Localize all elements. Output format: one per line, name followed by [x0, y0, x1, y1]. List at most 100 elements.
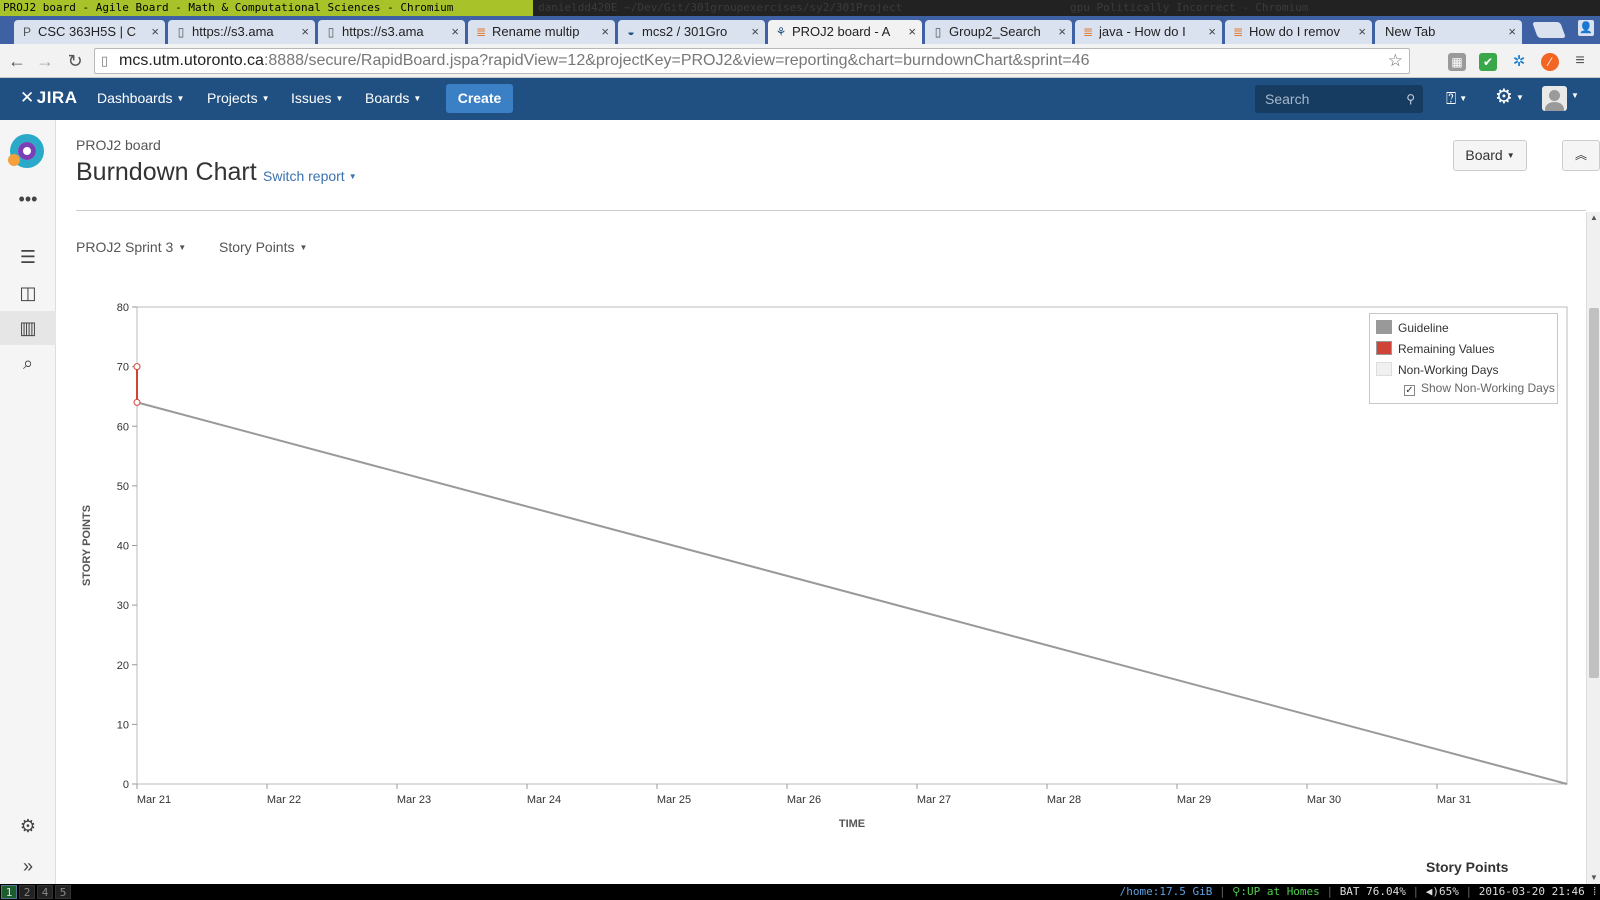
window-title: PROJ2 board - Agile Board - Math & Compu… [0, 0, 533, 16]
legend-item-guideline: Guideline [1376, 320, 1449, 336]
workspace-button[interactable]: 5 [55, 885, 71, 899]
tab-close-icon[interactable]: × [908, 20, 916, 44]
volume-icon: ◀) [1425, 885, 1440, 898]
scroll-up-arrow-icon[interactable]: ▲ [1587, 212, 1600, 224]
browser-tab[interactable]: P CSC 363H5S | C × [14, 20, 165, 44]
search-icon: ⚲ [1406, 92, 1415, 106]
project-settings-gear-icon[interactable]: ⚙ [0, 809, 56, 843]
wifi-icon: ⚲: [1232, 885, 1247, 898]
caret-down-icon: ▼ [348, 172, 357, 181]
bookmark-star-icon[interactable]: ☆ [1388, 49, 1403, 73]
nav-label: Dashboards [97, 90, 173, 106]
chart-legend: Guideline Remaining Values Non-Working D… [1369, 313, 1558, 404]
jira-header: ✕ JIRA Dashboards ▼ Projects ▼ Issues ▼ Boar… [0, 78, 1600, 120]
tab-favicon-icon: ≣ [475, 25, 487, 39]
help-icon[interactable]: ⍰ ▼ [1446, 88, 1467, 110]
tab-close-icon[interactable]: × [1508, 20, 1516, 44]
settings-gear-icon[interactable]: ⚙ ▼ [1495, 86, 1524, 109]
tab-label: CSC 363H5S | C [38, 24, 137, 39]
nav-issues[interactable]: Issues ▼ [291, 90, 343, 106]
extension-icon[interactable]: ▦ [1448, 53, 1466, 71]
search-input[interactable]: Search ⚲ [1255, 85, 1423, 113]
browser-tab[interactable]: ▯ Group2_Search × [925, 20, 1072, 44]
tab-favicon-icon: ▯ [327, 25, 335, 39]
more-icon[interactable]: ••• [0, 182, 56, 216]
jira-logo[interactable]: ✕ JIRA [20, 88, 77, 108]
tab-label: https://s3.ama [342, 24, 424, 39]
extension-network-icon[interactable]: ✲ [1510, 53, 1528, 71]
workspace-button[interactable]: 2 [19, 885, 35, 899]
board-button-label: Board [1465, 147, 1503, 163]
browser-tab-active[interactable]: ⚘ PROJ2 board - A × [768, 20, 922, 45]
scrollbar-thumb[interactable] [1589, 308, 1599, 678]
reload-icon[interactable]: ↻ [64, 50, 86, 72]
show-non-working-days-toggle[interactable]: ✓ Show Non-Working Days [1404, 381, 1555, 396]
new-tab-button[interactable] [1532, 22, 1566, 38]
reports-icon[interactable]: ▥ [0, 311, 56, 345]
browser-menu-icon[interactable]: ≡ [1572, 52, 1588, 70]
tab-close-icon[interactable]: × [1208, 20, 1216, 44]
extension-check-icon[interactable]: ✔ [1479, 53, 1497, 71]
estimation-selector[interactable]: Story Points ▼ [219, 239, 307, 255]
main-content: PROJ2 board Burndown Chart Switch report… [56, 120, 1600, 884]
address-bar[interactable]: ▯ mcs.utm.utoronto.ca:8888/secure/RapidB… [94, 48, 1410, 74]
expand-sidebar-icon[interactable]: » [0, 849, 56, 883]
back-arrow-icon[interactable]: ← [6, 50, 28, 72]
separator: | [1219, 885, 1226, 898]
browser-tab[interactable]: New Tab × [1375, 20, 1522, 44]
tab-label: java - How do I [1099, 24, 1186, 39]
forward-arrow-icon[interactable]: → [34, 50, 56, 72]
switch-report-label: Switch report [263, 168, 345, 184]
caret-down-icon: ▼ [261, 94, 270, 103]
tab-label: PROJ2 board - A [792, 24, 891, 39]
scroll-down-arrow-icon[interactable]: ▼ [1587, 872, 1600, 884]
url-path: :8888/secure/RapidBoard.jspa?rapidView=1… [263, 52, 1090, 69]
caret-down-icon[interactable]: ▼ [1571, 91, 1579, 100]
tab-close-icon[interactable]: × [451, 20, 459, 44]
browser-profile-icon[interactable]: 👤 [1578, 20, 1594, 36]
browser-tab[interactable]: ◒ mcs2 / 301Gro × [618, 20, 765, 44]
browser-tab[interactable]: ≣ How do I remov × [1225, 20, 1372, 44]
tab-close-icon[interactable]: × [1358, 20, 1366, 44]
browser-tab[interactable]: ▯ https://s3.ama × [318, 20, 465, 44]
project-sidebar: ••• ☰ ◫ ▥ ⌕ ⚙ » [0, 120, 56, 884]
issues-search-icon[interactable]: ⌕ [0, 346, 56, 380]
tab-favicon-icon: ≣ [1082, 25, 1094, 39]
workspace-button[interactable]: 4 [37, 885, 53, 899]
page-icon: ▯ [101, 53, 109, 68]
chevron-up-icon: ︽ [1574, 148, 1587, 162]
browser-tab[interactable]: ▯ https://s3.ama × [168, 20, 315, 44]
caret-down-icon: ▼ [413, 94, 422, 103]
workspace-button[interactable]: 1 [1, 885, 17, 899]
project-badge-icon [8, 154, 20, 166]
switch-report-link[interactable]: Switch report ▼ [263, 168, 357, 184]
nav-dashboards[interactable]: Dashboards ▼ [97, 90, 184, 106]
nav-projects[interactable]: Projects ▼ [207, 90, 270, 106]
caret-down-icon: ▼ [176, 94, 185, 103]
tab-close-icon[interactable]: × [601, 20, 609, 44]
backlog-icon[interactable]: ☰ [0, 240, 56, 274]
board-button[interactable]: Board ▼ [1453, 140, 1527, 171]
breadcrumb[interactable]: PROJ2 board [76, 137, 161, 153]
extension-orange-icon[interactable]: ⁄ [1541, 53, 1559, 71]
collapse-header-button[interactable]: ︽ [1562, 140, 1600, 171]
separator: | [1412, 885, 1420, 898]
active-sprints-icon[interactable]: ◫ [0, 276, 56, 310]
tab-close-icon[interactable]: × [151, 20, 159, 44]
browser-tab-strip: P CSC 363H5S | C × ▯ https://s3.ama × ▯ https… [0, 16, 1600, 45]
tab-favicon-icon: ◒ [627, 25, 635, 39]
create-button[interactable]: Create [446, 84, 513, 113]
checkbox-checked-icon[interactable]: ✓ [1404, 385, 1415, 396]
sprint-selector[interactable]: PROJ2 Sprint 3 ▼ [76, 239, 186, 255]
tab-close-icon[interactable]: × [751, 20, 759, 44]
jira-logo-text: JIRA [36, 88, 78, 107]
page-scrollbar[interactable]: ▲ ▼ [1586, 212, 1600, 884]
tab-label: mcs2 / 301Gro [642, 24, 728, 39]
tab-close-icon[interactable]: × [1058, 20, 1066, 44]
browser-tab[interactable]: ≣ java - How do I × [1075, 20, 1222, 44]
user-avatar[interactable] [1542, 86, 1567, 111]
browser-tab[interactable]: ≣ Rename multip × [468, 20, 615, 44]
nav-boards[interactable]: Boards ▼ [365, 90, 421, 106]
project-avatar[interactable] [8, 134, 44, 168]
tab-close-icon[interactable]: × [301, 20, 309, 44]
